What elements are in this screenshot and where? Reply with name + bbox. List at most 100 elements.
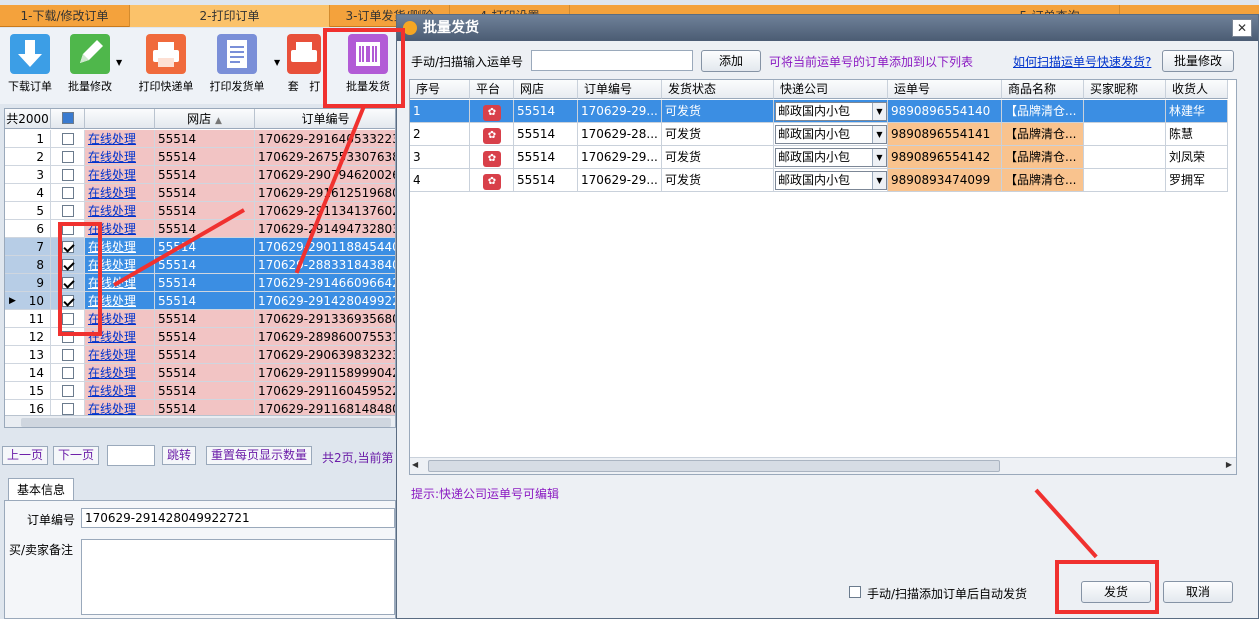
row-checkbox-cell[interactable] xyxy=(51,202,85,220)
scroll-left-icon[interactable]: ◀ xyxy=(412,460,418,469)
courier-select[interactable]: 邮政国内小包 ▼ xyxy=(775,102,887,121)
column-header[interactable]: 买家昵称 xyxy=(1084,80,1166,99)
column-header[interactable]: 平台 xyxy=(470,80,514,99)
table-row[interactable]: 1 在线处理 55514 170629-291640533223 xyxy=(5,130,395,148)
page-number-input[interactable] xyxy=(107,445,155,466)
order-number-field[interactable]: 170629-291428049922721 xyxy=(81,508,395,528)
online-process-link[interactable]: 在线处理 xyxy=(88,132,136,146)
table-row[interactable]: 4 ✿ 55514 170629-29... 可发货 邮政国内小包 ▼ 98908934740… xyxy=(410,169,1236,192)
online-process-link[interactable]: 在线处理 xyxy=(88,168,136,182)
tab-print-order[interactable]: 2-打印订单 xyxy=(130,5,330,27)
online-process-link[interactable]: 在线处理 xyxy=(88,366,136,380)
prev-page-button[interactable]: 上一页 xyxy=(2,446,49,465)
row-checkbox[interactable] xyxy=(61,169,74,181)
table-row[interactable]: 3 ✿ 55514 170629-29... 可发货 邮政国内小包 ▼ 98908965541… xyxy=(410,146,1236,169)
row-checkbox[interactable] xyxy=(61,151,74,163)
row-checkbox-cell[interactable] xyxy=(51,346,85,364)
row-checkbox-cell[interactable] xyxy=(51,382,85,400)
status-cell[interactable]: 在线处理 xyxy=(85,148,155,166)
column-header[interactable]: 商品名称 xyxy=(1002,80,1084,99)
dropdown-arrow-icon[interactable]: ▼ xyxy=(872,172,886,189)
column-header[interactable]: 运单号 xyxy=(888,80,1002,99)
dropdown-arrow-icon[interactable]: ▼ xyxy=(274,58,280,67)
scroll-right-icon[interactable]: ▶ xyxy=(1226,460,1232,469)
row-checkbox[interactable] xyxy=(61,133,74,145)
column-header[interactable]: 快递公司 xyxy=(774,80,888,99)
row-checkbox[interactable] xyxy=(61,385,74,397)
row-checkbox-cell[interactable] xyxy=(51,364,85,382)
courier-select[interactable]: 邮政国内小包 ▼ xyxy=(775,125,887,144)
table-row[interactable]: 13 在线处理 55514 170629-290639832323 xyxy=(5,346,395,364)
courier-cell[interactable]: 邮政国内小包 ▼ xyxy=(774,169,888,192)
status-cell[interactable]: 在线处理 xyxy=(85,184,155,202)
table-row[interactable]: 2 ✿ 55514 170629-28... 可发货 邮政国内小包 ▼ 98908965541… xyxy=(410,123,1236,146)
batch-edit-button-dialog[interactable]: 批量修改 xyxy=(1162,50,1234,72)
tab-download-edit[interactable]: 1-下载/修改订单 xyxy=(0,5,130,27)
online-process-link[interactable]: 在线处理 xyxy=(88,186,136,200)
print-invoice-button[interactable]: 打印发货单 xyxy=(206,32,268,102)
status-cell[interactable]: 在线处理 xyxy=(85,346,155,364)
online-process-link[interactable]: 在线处理 xyxy=(88,348,136,362)
online-process-link[interactable]: 在线处理 xyxy=(88,402,136,416)
waybill-input[interactable] xyxy=(531,50,693,71)
row-checkbox[interactable] xyxy=(61,187,74,199)
status-cell[interactable]: 在线处理 xyxy=(85,364,155,382)
shop-column-header[interactable]: 网店 ▲ xyxy=(155,109,255,129)
select-all-header[interactable] xyxy=(51,109,85,129)
help-link[interactable]: 如何扫描运单号快速发货? xyxy=(1013,53,1151,70)
download-order-button[interactable]: 下载订单 xyxy=(2,32,58,102)
close-icon[interactable]: ✕ xyxy=(1232,19,1252,37)
table-row[interactable]: 15 在线处理 55514 170629-291160459522 xyxy=(5,382,395,400)
row-checkbox-cell[interactable] xyxy=(51,166,85,184)
row-checkbox[interactable] xyxy=(61,205,74,217)
order-column-header[interactable]: 订单编号 xyxy=(255,109,395,129)
row-checkbox[interactable] xyxy=(61,367,74,379)
online-process-link[interactable]: 在线处理 xyxy=(88,204,136,218)
status-cell[interactable]: 在线处理 xyxy=(85,166,155,184)
column-header[interactable]: 订单编号 xyxy=(578,80,662,99)
table-scrollbar-thumb[interactable] xyxy=(428,460,1000,472)
courier-cell[interactable]: 邮政国内小包 ▼ xyxy=(774,100,888,123)
online-process-link[interactable]: 在线处理 xyxy=(88,384,136,398)
courier-select[interactable]: 邮政国内小包 ▼ xyxy=(775,171,887,190)
online-process-link[interactable]: 在线处理 xyxy=(88,150,136,164)
select-all-checkbox[interactable] xyxy=(61,112,74,124)
auto-ship-checkbox[interactable] xyxy=(849,586,861,598)
note-textarea[interactable] xyxy=(81,539,395,615)
courier-select[interactable]: 邮政国内小包 ▼ xyxy=(775,148,887,167)
dropdown-arrow-icon[interactable]: ▼ xyxy=(872,103,886,120)
table-row[interactable]: 1 ✿ 55514 170629-29... 可发货 邮政国内小包 ▼ 98908965541… xyxy=(410,100,1236,123)
status-cell[interactable]: 在线处理 xyxy=(85,382,155,400)
next-page-button[interactable]: 下一页 xyxy=(53,446,100,465)
print-set-button[interactable]: 套 打 xyxy=(282,32,326,102)
dropdown-arrow-icon[interactable]: ▼ xyxy=(872,126,886,143)
batch-edit-button[interactable]: 批量修改 xyxy=(62,32,118,102)
status-cell[interactable]: 在线处理 xyxy=(85,130,155,148)
row-checkbox-cell[interactable] xyxy=(51,130,85,148)
table-horizontal-scrollbar[interactable]: ◀ ▶ xyxy=(410,457,1236,474)
waybill-cell[interactable]: 9890896554141 xyxy=(888,123,1002,146)
column-header[interactable]: 网店 xyxy=(514,80,578,99)
jump-button[interactable]: 跳转 xyxy=(162,446,197,465)
column-header[interactable]: 发货状态 xyxy=(662,80,774,99)
table-row[interactable]: 5 在线处理 55514 170629-291134137602 xyxy=(5,202,395,220)
row-checkbox-cell[interactable] xyxy=(51,148,85,166)
column-header[interactable]: 收货人 xyxy=(1166,80,1228,99)
waybill-cell[interactable]: 9890896554142 xyxy=(888,146,1002,169)
horizontal-scrollbar[interactable] xyxy=(5,415,395,427)
reset-page-size-button[interactable]: 重置每页显示数量 xyxy=(206,446,313,465)
print-express-button[interactable]: 打印快递单 xyxy=(136,32,196,102)
status-cell[interactable]: 在线处理 xyxy=(85,202,155,220)
waybill-cell[interactable]: 9890893474099 xyxy=(888,169,1002,192)
scrollbar-thumb[interactable] xyxy=(21,418,391,427)
dropdown-arrow-icon[interactable]: ▼ xyxy=(872,149,886,166)
row-checkbox[interactable] xyxy=(61,349,74,361)
column-header[interactable]: 序号 xyxy=(410,80,470,99)
add-button[interactable]: 添加 xyxy=(701,50,761,72)
row-checkbox-cell[interactable] xyxy=(51,184,85,202)
table-row[interactable]: 14 在线处理 55514 170629-291158999042 xyxy=(5,364,395,382)
table-row[interactable]: 4在线处理55514170629-291612519680 xyxy=(5,184,395,202)
tab-basic-info[interactable]: 基本信息 xyxy=(8,478,75,500)
courier-cell[interactable]: 邮政国内小包 ▼ xyxy=(774,123,888,146)
dropdown-arrow-icon[interactable]: ▼ xyxy=(116,58,122,67)
